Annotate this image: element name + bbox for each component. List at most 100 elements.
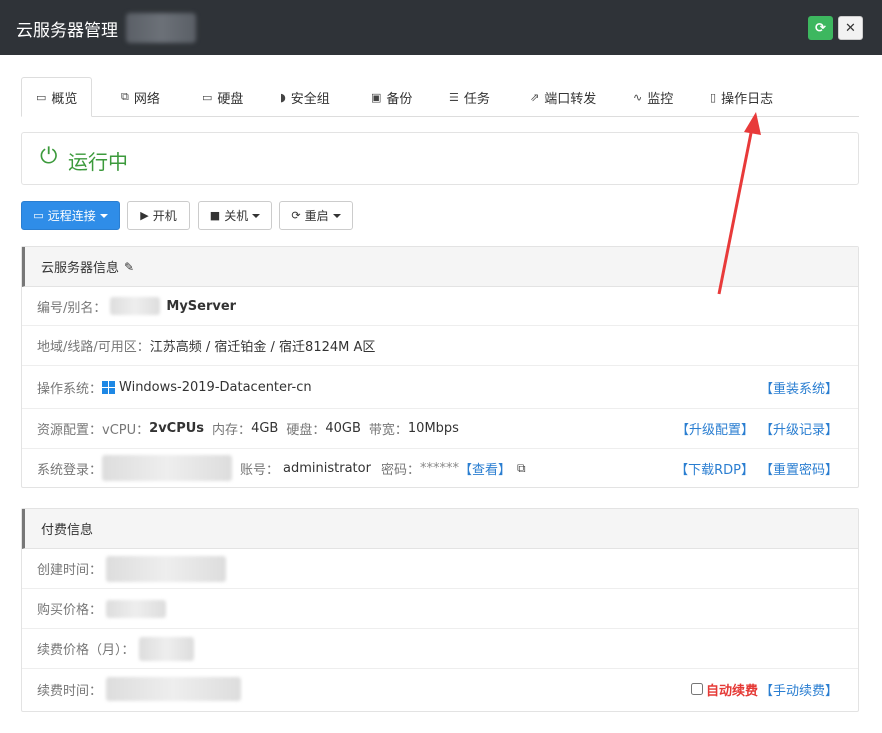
refresh-button[interactable]: ⟳ bbox=[808, 16, 833, 40]
redacted-server-name bbox=[126, 13, 196, 43]
button-label: 重启 bbox=[304, 209, 329, 223]
pulse-icon: ∿ bbox=[633, 90, 643, 104]
tab-label: 网络 bbox=[133, 91, 160, 107]
refresh-icon: ⟳ bbox=[291, 209, 301, 222]
tab-operation-log[interactable]: ▯ 操作日志 bbox=[710, 77, 773, 117]
panel-header: 云服务器信息 ✎ bbox=[22, 247, 858, 287]
renew-price-label: 续费价格（月）： bbox=[37, 643, 135, 658]
password-value: ****** bbox=[419, 460, 459, 476]
auto-renew-label[interactable]: 自动续费 bbox=[706, 680, 758, 699]
tab-port-forward[interactable]: ⇗ 端口转发 bbox=[530, 77, 596, 117]
title-bar: 云服务器管理 ⟳ ✕ bbox=[0, 0, 882, 55]
renew-time-label: 续费时间： bbox=[37, 683, 103, 699]
id-label: 编号/别名： bbox=[37, 300, 107, 316]
tab-label: 任务 bbox=[463, 91, 490, 107]
redacted-ip bbox=[102, 455, 233, 481]
tab-network[interactable]: ⧉ 网络 bbox=[121, 77, 160, 117]
created-row: 创建时间： bbox=[22, 549, 858, 589]
vcpu-label: vCPU： bbox=[102, 423, 150, 438]
tab-label: 概览 bbox=[51, 91, 78, 107]
panel-title: 付费信息 bbox=[41, 523, 94, 538]
monitor-icon: ▭ bbox=[36, 90, 47, 104]
tab-label: 硬盘 bbox=[217, 91, 244, 107]
password-label: 密码： bbox=[380, 462, 420, 478]
caret-down-icon bbox=[99, 213, 108, 218]
os-value: Windows-2019-Datacenter-cn bbox=[119, 379, 312, 395]
created-label: 创建时间： bbox=[37, 563, 103, 578]
manual-renew-link[interactable]: 【手动续费】 bbox=[760, 680, 838, 699]
caret-down-icon bbox=[252, 213, 261, 218]
tab-security-group[interactable]: ◗ 安全组 bbox=[280, 77, 330, 117]
resource-row: 资源配置： vCPU： 2vCPUs 内存： 4GB 硬盘： 40GB 带宽： … bbox=[22, 409, 858, 449]
renew-price-row: 续费价格（月）： bbox=[22, 629, 858, 669]
server-info-panel: 云服务器信息 ✎ 编号/别名： MyServer 地域/线路/可用区： 江苏高频… bbox=[21, 246, 859, 488]
panel-header: 付费信息 bbox=[22, 509, 858, 549]
login-row: 系统登录： 账号： administrator 密码： ****** 【查看】 … bbox=[22, 449, 858, 487]
external-link-icon: ⇗ bbox=[530, 90, 540, 104]
tab-backup[interactable]: ▣ 备份 bbox=[371, 77, 412, 117]
button-label: 远程连接 bbox=[47, 209, 96, 223]
stop-icon: ■ bbox=[209, 209, 221, 222]
power-on-button[interactable]: ▶ 开机 bbox=[127, 201, 190, 230]
billing-panel: 付费信息 创建时间： 购买价格： 续费价格（月）： 续费时间： 自动续费 【手动… bbox=[21, 508, 859, 712]
shield-icon: ◗ bbox=[280, 90, 286, 104]
memory-value: 4GB bbox=[251, 421, 279, 436]
tab-label: 操作日志 bbox=[721, 91, 774, 107]
status-text: 运行中 bbox=[68, 150, 128, 174]
tasks-icon: ☰ bbox=[449, 90, 459, 104]
price-row: 购买价格： bbox=[22, 589, 858, 629]
caret-down-icon bbox=[332, 213, 341, 218]
refresh-icon: ⟳ bbox=[815, 20, 826, 36]
region-value: 江苏高频 / 宿迁铂金 / 宿迁8124M A区 bbox=[149, 340, 376, 355]
tab-label: 监控 bbox=[647, 91, 674, 107]
shutdown-button[interactable]: ■ 关机 bbox=[198, 201, 272, 230]
edit-icon[interactable]: ✎ bbox=[124, 260, 134, 274]
reset-password-link[interactable]: 【重置密码】 bbox=[760, 459, 838, 478]
download-rdp-link[interactable]: 【下载RDP】 bbox=[675, 459, 754, 478]
status-panel: ⏻ 运行中 bbox=[21, 132, 859, 185]
alias-value: MyServer bbox=[166, 298, 237, 314]
button-label: 开机 bbox=[152, 209, 177, 223]
os-label: 操作系统： bbox=[37, 381, 103, 397]
tab-overview[interactable]: ▭ 概览 bbox=[21, 77, 93, 117]
close-button[interactable]: ✕ bbox=[838, 16, 863, 40]
resource-label: 资源配置： bbox=[37, 423, 103, 438]
windows-icon bbox=[102, 380, 116, 394]
redacted-created-time bbox=[106, 555, 227, 582]
power-icon: ⏻ bbox=[40, 144, 58, 169]
tab-label: 备份 bbox=[386, 91, 413, 107]
upgrade-config-link[interactable]: 【升级配置】 bbox=[676, 419, 754, 438]
login-label: 系统登录： bbox=[37, 462, 103, 478]
price-label: 购买价格： bbox=[37, 603, 103, 618]
auto-renew-checkbox[interactable] bbox=[690, 683, 703, 695]
redacted-renew-price bbox=[138, 636, 194, 661]
view-password-link[interactable]: 【查看】 bbox=[459, 459, 511, 478]
button-label: 关机 bbox=[224, 209, 249, 223]
vcpu-value: 2vCPUs bbox=[149, 421, 205, 436]
reinstall-link[interactable]: 【重装系统】 bbox=[760, 378, 838, 397]
play-icon: ▶ bbox=[140, 209, 149, 222]
disk-label: 硬盘： bbox=[286, 423, 326, 438]
copy-icon[interactable]: ⧉ bbox=[517, 461, 526, 476]
account-label: 账号： bbox=[240, 462, 280, 478]
redacted-renew-time bbox=[106, 677, 242, 701]
renew-time-row: 续费时间： 自动续费 【手动续费】 bbox=[22, 669, 858, 709]
bandwidth-value: 10Mbps bbox=[407, 421, 459, 436]
tab-monitor[interactable]: ∿ 监控 bbox=[633, 77, 673, 117]
region-label: 地域/线路/可用区： bbox=[37, 340, 150, 355]
remote-connect-button[interactable]: ▭ 远程连接 bbox=[21, 201, 120, 230]
monitor-icon: ▭ bbox=[33, 209, 44, 222]
tab-disk[interactable]: ▭ 硬盘 bbox=[202, 77, 243, 117]
region-row: 地域/线路/可用区： 江苏高频 / 宿迁铂金 / 宿迁8124M A区 bbox=[22, 326, 858, 366]
tab-label: 安全组 bbox=[290, 91, 330, 107]
tab-bar: ▭ 概览 ⧉ 网络 ▭ 硬盘 ◗ 安全组 ▣ 备份 ☰ 任务 ⇗ 端口转发 ∿ … bbox=[21, 77, 859, 117]
id-row: 编号/别名： MyServer bbox=[22, 287, 858, 326]
file-icon: ▯ bbox=[710, 90, 717, 104]
upgrade-log-link[interactable]: 【升级记录】 bbox=[760, 419, 838, 438]
bandwidth-label: 带宽： bbox=[368, 423, 408, 438]
save-icon: ▣ bbox=[371, 90, 382, 104]
network-icon: ⧉ bbox=[121, 90, 129, 103]
restart-button[interactable]: ⟳ 重启 bbox=[279, 201, 353, 230]
panel-title: 云服务器信息 bbox=[41, 261, 120, 276]
tab-tasks[interactable]: ☰ 任务 bbox=[449, 77, 490, 117]
